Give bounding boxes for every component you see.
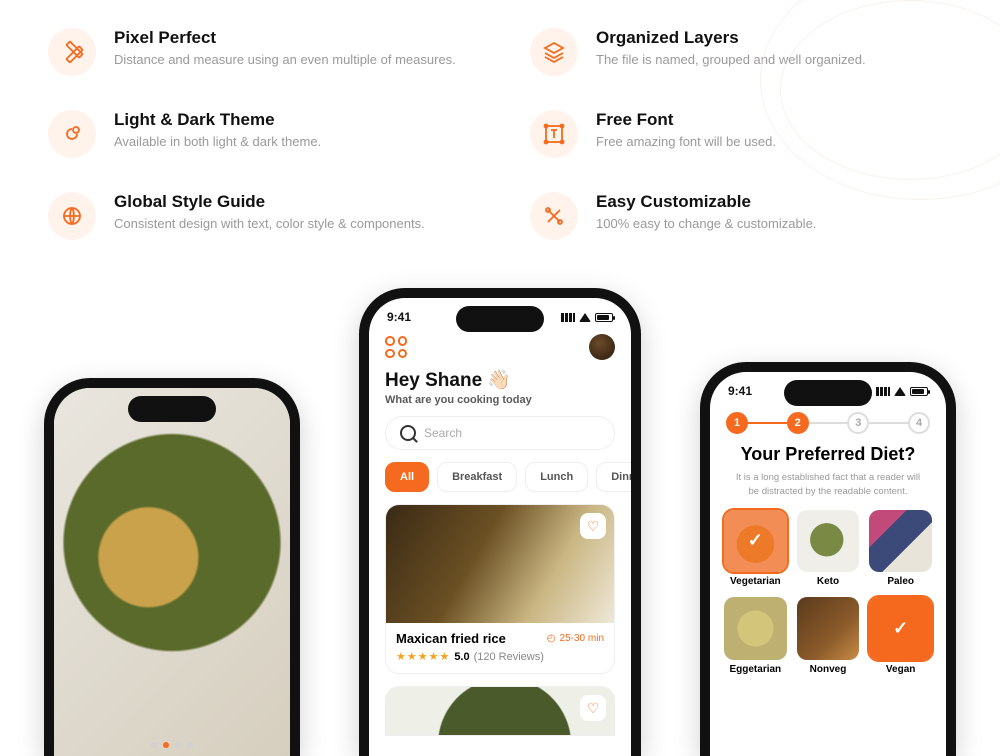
search-icon	[400, 425, 416, 441]
clock-label: 9:41	[387, 310, 411, 324]
category-chip-all[interactable]: All	[385, 462, 429, 492]
feature-title: Organized Layers	[596, 28, 866, 48]
search-input[interactable]: Search	[385, 416, 615, 450]
step-2[interactable]: 2	[787, 412, 809, 434]
avatar[interactable]	[589, 334, 615, 360]
features-grid: Pixel Perfect Distance and measure using …	[0, 0, 1000, 240]
feature-desc: Available in both light & dark theme.	[114, 134, 321, 149]
greeting-subtitle: What are you cooking today	[369, 394, 631, 416]
diet-option-eggetarian[interactable]: Eggetarian	[724, 597, 787, 675]
feature-item: Global Style Guide Consistent design with…	[48, 192, 470, 240]
feature-desc: The file is named, grouped and well orga…	[596, 52, 866, 67]
onboarding-pager[interactable]	[151, 742, 193, 748]
feature-title: Global Style Guide	[114, 192, 425, 212]
diet-label: Eggetarian	[724, 664, 787, 675]
diet-option-paleo[interactable]: Paleo	[869, 510, 932, 588]
step-4[interactable]: 4	[908, 412, 930, 434]
recipe-card-peek[interactable]: ♡	[385, 686, 615, 736]
step-1[interactable]: 1	[726, 412, 748, 434]
diet-image	[869, 597, 932, 660]
diet-label: Nonveg	[797, 664, 860, 675]
diet-grid: Vegetarian Keto Paleo Eggetarian Nonveg …	[710, 510, 946, 675]
wifi-icon	[579, 313, 591, 322]
feature-item: Easy Customizable 100% easy to change & c…	[530, 192, 952, 240]
diet-option-vegan[interactable]: Vegan	[869, 597, 932, 675]
diet-label: Paleo	[869, 576, 932, 587]
hero-food-image	[54, 388, 290, 756]
feature-title: Pixel Perfect	[114, 28, 456, 48]
battery-icon	[595, 313, 613, 322]
phones-row: 9:41 Hey Shane 👋🏻 What are you cooking t…	[0, 290, 1000, 756]
recipe-title: Maxican fried rice	[396, 631, 506, 646]
page-subtitle: It is a long established fact that a rea…	[710, 467, 946, 510]
globe-icon	[48, 192, 96, 240]
category-chip-lunch[interactable]: Lunch	[525, 462, 588, 492]
recipe-image: ♡	[386, 505, 614, 623]
diet-image	[869, 510, 932, 573]
greeting-title: Hey Shane 👋🏻	[369, 364, 631, 394]
pager-dot[interactable]	[175, 742, 181, 748]
feature-desc: Distance and measure using an even multi…	[114, 52, 456, 67]
moon-sun-icon	[48, 110, 96, 158]
phone-preview-onboard: 9:41 1 2 3 4 Your Preferred Diet? It is …	[700, 362, 956, 756]
recipe-card[interactable]: ♡ Maxican fried rice ◴25-30 min ★★★★★ 5.…	[385, 504, 615, 674]
feature-title: Easy Customizable	[596, 192, 816, 212]
category-chips: All Breakfast Lunch Dinner	[369, 462, 631, 504]
rating-value: 5.0	[454, 651, 469, 663]
feature-desc: 100% easy to change & customizable.	[596, 216, 816, 231]
clock-label: 9:41	[728, 384, 752, 398]
step-3[interactable]: 3	[847, 412, 869, 434]
diet-option-nonveg[interactable]: Nonveg	[797, 597, 860, 675]
diet-label: Keto	[797, 576, 860, 587]
category-chip-breakfast[interactable]: Breakfast	[437, 462, 517, 492]
diet-option-vegetarian[interactable]: Vegetarian	[724, 510, 787, 588]
phone-preview-hero	[44, 378, 300, 756]
favorite-button[interactable]: ♡	[580, 695, 606, 721]
feature-desc: Free amazing font will be used.	[596, 134, 776, 149]
wifi-icon	[894, 387, 906, 396]
pager-dot[interactable]	[151, 742, 157, 748]
search-placeholder: Search	[424, 426, 462, 440]
feature-item: Organized Layers The file is named, group…	[530, 28, 952, 76]
signal-icon	[561, 313, 575, 322]
menu-grid-icon[interactable]	[385, 336, 407, 358]
phone-preview-home: 9:41 Hey Shane 👋🏻 What are you cooking t…	[359, 288, 641, 756]
dynamic-island	[784, 380, 872, 406]
feature-item: Light & Dark Theme Available in both ligh…	[48, 110, 470, 158]
diet-image	[724, 510, 787, 573]
pager-dot[interactable]	[187, 742, 193, 748]
clock-icon: ◴	[547, 633, 556, 644]
ruler-cross-icon	[48, 28, 96, 76]
text-frame-icon	[530, 110, 578, 158]
diet-label: Vegan	[869, 664, 932, 675]
favorite-button[interactable]: ♡	[580, 513, 606, 539]
star-rating-icon: ★★★★★	[396, 650, 450, 663]
signal-icon	[876, 387, 890, 396]
diet-option-keto[interactable]: Keto	[797, 510, 860, 588]
page-title: Your Preferred Diet?	[710, 442, 946, 467]
feature-title: Light & Dark Theme	[114, 110, 321, 130]
recipe-time: ◴25-30 min	[547, 633, 604, 644]
layers-icon	[530, 28, 578, 76]
diet-image	[797, 510, 860, 573]
diet-image	[724, 597, 787, 660]
diet-image	[797, 597, 860, 660]
feature-title: Free Font	[596, 110, 776, 130]
diet-label: Vegetarian	[724, 576, 787, 587]
feature-desc: Consistent design with text, color style…	[114, 216, 425, 231]
pager-dot-active[interactable]	[163, 742, 169, 748]
reviews-count: (120 Reviews)	[474, 651, 544, 663]
feature-item: Pixel Perfect Distance and measure using …	[48, 28, 470, 76]
category-chip-dinner[interactable]: Dinner	[596, 462, 641, 492]
dynamic-island	[128, 396, 216, 422]
tools-icon	[530, 192, 578, 240]
feature-item: Free Font Free amazing font will be used.	[530, 110, 952, 158]
dynamic-island	[456, 306, 544, 332]
battery-icon	[910, 387, 928, 396]
